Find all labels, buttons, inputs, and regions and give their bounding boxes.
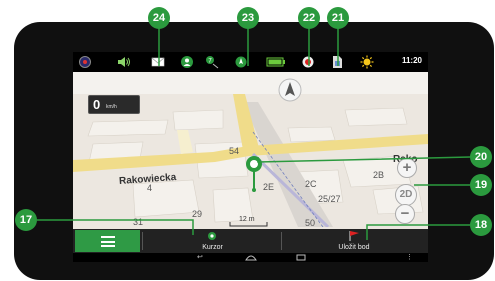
callout-23: 23 <box>237 7 259 29</box>
callout-20: 20 <box>470 146 492 168</box>
callout-18: 18 <box>470 214 492 236</box>
callout-19: 19 <box>470 174 492 196</box>
callout-24: 24 <box>148 7 170 29</box>
callout-lines <box>37 28 471 240</box>
callout-21: 21 <box>327 7 349 29</box>
page: 7 11:20 0 km/h Rakowiecka 54 4 29 31 2E … <box>0 0 495 281</box>
callout-22: 22 <box>298 7 320 29</box>
callout-17: 17 <box>15 209 37 231</box>
